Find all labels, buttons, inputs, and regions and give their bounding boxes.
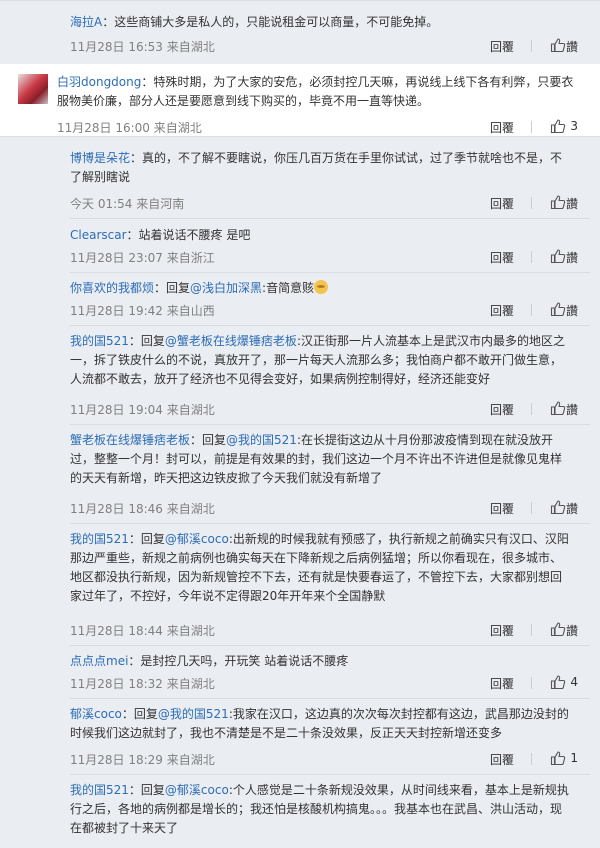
reply-prefix: ：回复 bbox=[121, 707, 158, 721]
reply-button[interactable]: 回覆 bbox=[490, 249, 514, 266]
thumbs-up-icon[interactable] bbox=[550, 248, 566, 264]
reply-button[interactable]: 回覆 bbox=[490, 675, 514, 692]
comment-meta: 11月28日 19:04 来自湖北 bbox=[70, 403, 215, 417]
thumbs-up-icon[interactable] bbox=[550, 499, 566, 515]
comment-divider bbox=[70, 645, 590, 646]
comment-username[interactable]: 海拉A bbox=[70, 15, 102, 29]
comment-divider bbox=[70, 774, 590, 775]
like-label[interactable]: 讚 bbox=[566, 249, 578, 266]
like-count: 4 bbox=[570, 675, 578, 689]
like-label[interactable]: 讚 bbox=[566, 622, 578, 639]
reply-target-link[interactable]: @浅白加深黑 bbox=[190, 281, 262, 295]
comment-username[interactable]: 蟹老板在线爆锤痞老板 bbox=[70, 433, 190, 447]
reply-target-link[interactable]: @我的国521 bbox=[158, 707, 229, 721]
comment-meta: 11月28日 16:00 来自湖北 bbox=[57, 121, 202, 135]
like-count: 1 bbox=[570, 751, 578, 765]
comment-username[interactable]: 你喜欢的我都烦 bbox=[70, 281, 154, 295]
action-separator bbox=[531, 403, 532, 415]
thumbs-up-icon[interactable] bbox=[550, 194, 566, 210]
comment-meta: 11月28日 18:44 来自湖北 bbox=[70, 624, 215, 638]
thumbs-up-icon[interactable] bbox=[550, 37, 566, 53]
like-label[interactable]: 讚 bbox=[566, 195, 578, 212]
comment-username[interactable]: 点点点mei bbox=[70, 654, 128, 668]
reply-button[interactable]: 回覆 bbox=[490, 622, 514, 639]
comment-username[interactable]: 白羽dongdong bbox=[57, 75, 141, 89]
action-separator bbox=[531, 304, 532, 316]
comment-meta: 11月28日 18:32 来自湖北 bbox=[70, 677, 215, 691]
comment-divider bbox=[70, 218, 590, 219]
comment-meta: 11月28日 18:29 来自湖北 bbox=[70, 753, 215, 767]
like-label[interactable]: 讚 bbox=[566, 401, 578, 418]
like-label[interactable]: 讚 bbox=[566, 302, 578, 319]
reply-button[interactable]: 回覆 bbox=[490, 401, 514, 418]
comment-username[interactable]: 我的国521 bbox=[70, 334, 129, 348]
thumbs-up-icon[interactable] bbox=[550, 301, 566, 317]
reply-prefix: ：回复 bbox=[154, 281, 191, 295]
thumbs-up-icon[interactable] bbox=[550, 118, 566, 134]
comment-divider bbox=[70, 272, 590, 273]
action-separator bbox=[531, 251, 532, 263]
reply-prefix: ：回复 bbox=[190, 433, 227, 447]
like-count: 3 bbox=[570, 119, 578, 133]
comment-text: ：是封控几天吗，开玩笑 站着说话不腰疼 bbox=[128, 654, 349, 668]
reply-prefix: ：回复 bbox=[128, 783, 165, 797]
comment-text: ：站着说话不腰疼 是吧 bbox=[126, 228, 251, 242]
reply-button[interactable]: 回覆 bbox=[490, 195, 514, 212]
comment-divider bbox=[70, 424, 590, 425]
user-avatar[interactable] bbox=[18, 74, 48, 104]
comment-username[interactable]: 我的国521 bbox=[70, 532, 129, 546]
reply-prefix: ：回复 bbox=[128, 334, 165, 348]
reply-button[interactable]: 回覆 bbox=[490, 119, 514, 136]
like-label[interactable]: 讚 bbox=[566, 38, 578, 55]
action-separator bbox=[531, 40, 532, 52]
reply-button[interactable]: 回覆 bbox=[490, 500, 514, 517]
reply-button[interactable]: 回覆 bbox=[490, 751, 514, 768]
comment-username[interactable]: 郁溪coco bbox=[70, 707, 122, 721]
comment-username[interactable]: 博博是朵花 bbox=[70, 151, 130, 165]
comment-username[interactable]: Clearscar bbox=[70, 228, 127, 242]
reply-target-link[interactable]: @蟹老板在线爆锤痞老板 bbox=[165, 334, 297, 348]
comment-username[interactable]: 我的国521 bbox=[70, 783, 129, 797]
reply-target-link[interactable]: @郁溪coco bbox=[165, 532, 229, 546]
thumbs-up-icon[interactable] bbox=[550, 621, 566, 637]
reply-prefix: ：回复 bbox=[128, 532, 165, 546]
thumbs-up-icon[interactable] bbox=[550, 750, 566, 766]
action-separator bbox=[531, 502, 532, 514]
comment-divider bbox=[70, 325, 590, 326]
comment-text: ：这些商铺大多是私人的，只能说租金可以商量，不可能免掉。 bbox=[102, 15, 439, 29]
laughing-emoji-icon bbox=[314, 280, 329, 294]
action-separator bbox=[531, 197, 532, 209]
action-separator bbox=[531, 753, 532, 765]
comment-meta: 11月28日 23:07 来自浙江 bbox=[70, 251, 215, 265]
comment-meta: 今天 01:54 来自河南 bbox=[70, 197, 185, 211]
reply-target-link[interactable]: @郁溪coco bbox=[165, 783, 229, 797]
reply-button[interactable]: 回覆 bbox=[490, 38, 514, 55]
comment-text: ：真的，不了解不要瞎说，你压几百万货在手里你试试，过了季节就啥也不是，不了解别瞎… bbox=[70, 151, 563, 184]
like-label[interactable]: 讚 bbox=[566, 500, 578, 517]
action-separator bbox=[531, 121, 532, 133]
comment-text: :音简意赅 bbox=[262, 281, 315, 295]
comment-divider bbox=[70, 698, 590, 699]
reply-button[interactable]: 回覆 bbox=[490, 302, 514, 319]
comment-divider bbox=[70, 523, 590, 524]
thumbs-up-icon[interactable] bbox=[550, 400, 566, 416]
thumbs-up-icon[interactable] bbox=[550, 674, 566, 690]
comment-meta: 11月28日 16:53 来自湖北 bbox=[70, 40, 215, 54]
reply-target-link[interactable]: @我的国521 bbox=[226, 433, 297, 447]
comment-meta: 11月28日 18:46 来自湖北 bbox=[70, 502, 215, 516]
comment-meta: 11月28日 19:42 来自山西 bbox=[70, 304, 215, 318]
action-separator bbox=[531, 624, 532, 636]
action-separator bbox=[531, 677, 532, 689]
